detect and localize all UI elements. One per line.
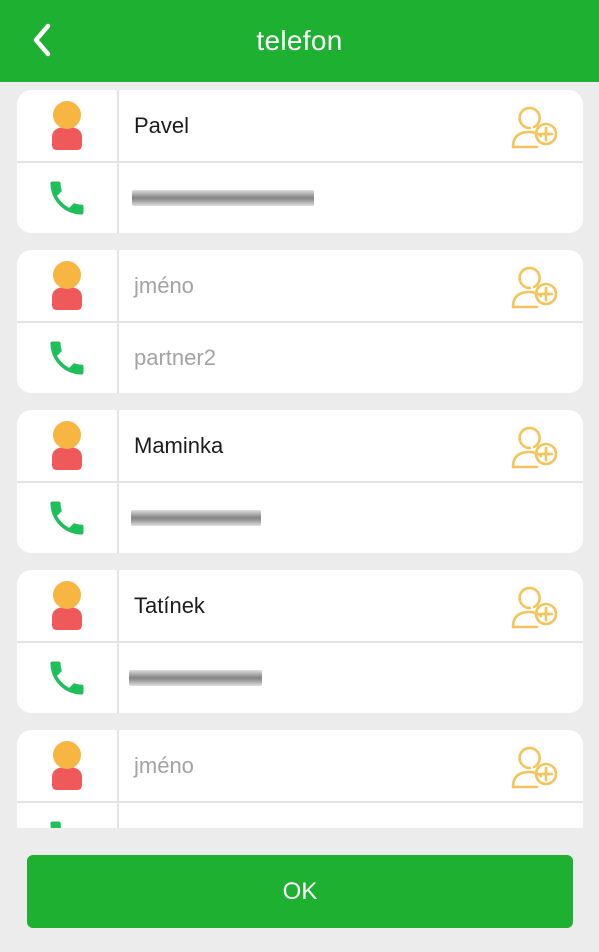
add-contact-button[interactable]	[509, 581, 561, 631]
phone-icon	[50, 341, 84, 374]
contact-card: jméno	[17, 730, 583, 828]
add-contact-button[interactable]	[509, 741, 561, 791]
person-icon	[52, 580, 82, 630]
phone-icon-cell	[17, 482, 119, 553]
phone-row	[17, 482, 583, 553]
header-bar: telefon	[0, 0, 599, 82]
phone-input[interactable]: partner2	[134, 322, 494, 393]
name-row: Pavel	[17, 90, 583, 163]
chevron-left-icon	[33, 23, 51, 57]
ok-button[interactable]: OK	[27, 855, 573, 928]
phone-icon	[50, 181, 84, 214]
add-contact-icon	[511, 746, 558, 789]
add-contact-icon	[511, 106, 558, 149]
person-icon	[52, 260, 82, 310]
phone-input[interactable]	[129, 642, 494, 713]
phone-row: partner2	[17, 322, 583, 393]
avatar-cell	[17, 570, 119, 641]
name-input[interactable]: Pavel	[134, 90, 494, 161]
phone-icon-cell	[17, 322, 119, 393]
add-contact-button[interactable]	[509, 421, 561, 471]
avatar-cell	[17, 730, 119, 801]
contact-card: Tatínek	[17, 570, 583, 713]
page-title: telefon	[256, 25, 343, 56]
name-row: Maminka	[17, 410, 583, 483]
add-contact-icon	[511, 426, 558, 469]
contact-list[interactable]: Pavel jméno partner2 Maminka Tatínek jmé…	[0, 82, 599, 828]
name-input[interactable]: jméno	[134, 250, 494, 321]
redacted-phone-number	[131, 509, 261, 526]
phone-input[interactable]	[132, 162, 494, 233]
add-contact-icon	[511, 266, 558, 309]
phone-icon-cell	[17, 642, 119, 713]
phone-icon-cell	[17, 802, 119, 828]
phone-icon	[50, 501, 84, 534]
add-contact-button[interactable]	[509, 101, 561, 151]
contact-card: Maminka	[17, 410, 583, 553]
avatar-cell	[17, 90, 119, 161]
person-icon	[52, 100, 82, 150]
name-row: jméno	[17, 250, 583, 323]
person-icon	[52, 740, 82, 790]
avatar-cell	[17, 250, 119, 321]
person-icon	[52, 420, 82, 470]
phone-icon	[50, 661, 84, 694]
avatar-cell	[17, 410, 119, 481]
add-contact-icon	[511, 586, 558, 629]
contact-card: jméno partner2	[17, 250, 583, 393]
phone-input[interactable]	[134, 802, 494, 828]
redacted-phone-number	[129, 669, 262, 686]
name-row: jméno	[17, 730, 583, 803]
add-contact-button[interactable]	[509, 261, 561, 311]
phone-row	[17, 162, 583, 233]
name-input[interactable]: Tatínek	[134, 570, 494, 641]
phone-icon-cell	[17, 162, 119, 233]
phone-input[interactable]	[131, 482, 494, 553]
name-input[interactable]: Maminka	[134, 410, 494, 481]
phone-row	[17, 642, 583, 713]
name-input[interactable]: jméno	[134, 730, 494, 801]
back-button[interactable]	[22, 18, 62, 62]
contact-card: Pavel	[17, 90, 583, 233]
phone-row	[17, 802, 583, 828]
phone-icon	[50, 821, 62, 828]
redacted-phone-number	[132, 189, 314, 206]
name-row: Tatínek	[17, 570, 583, 643]
